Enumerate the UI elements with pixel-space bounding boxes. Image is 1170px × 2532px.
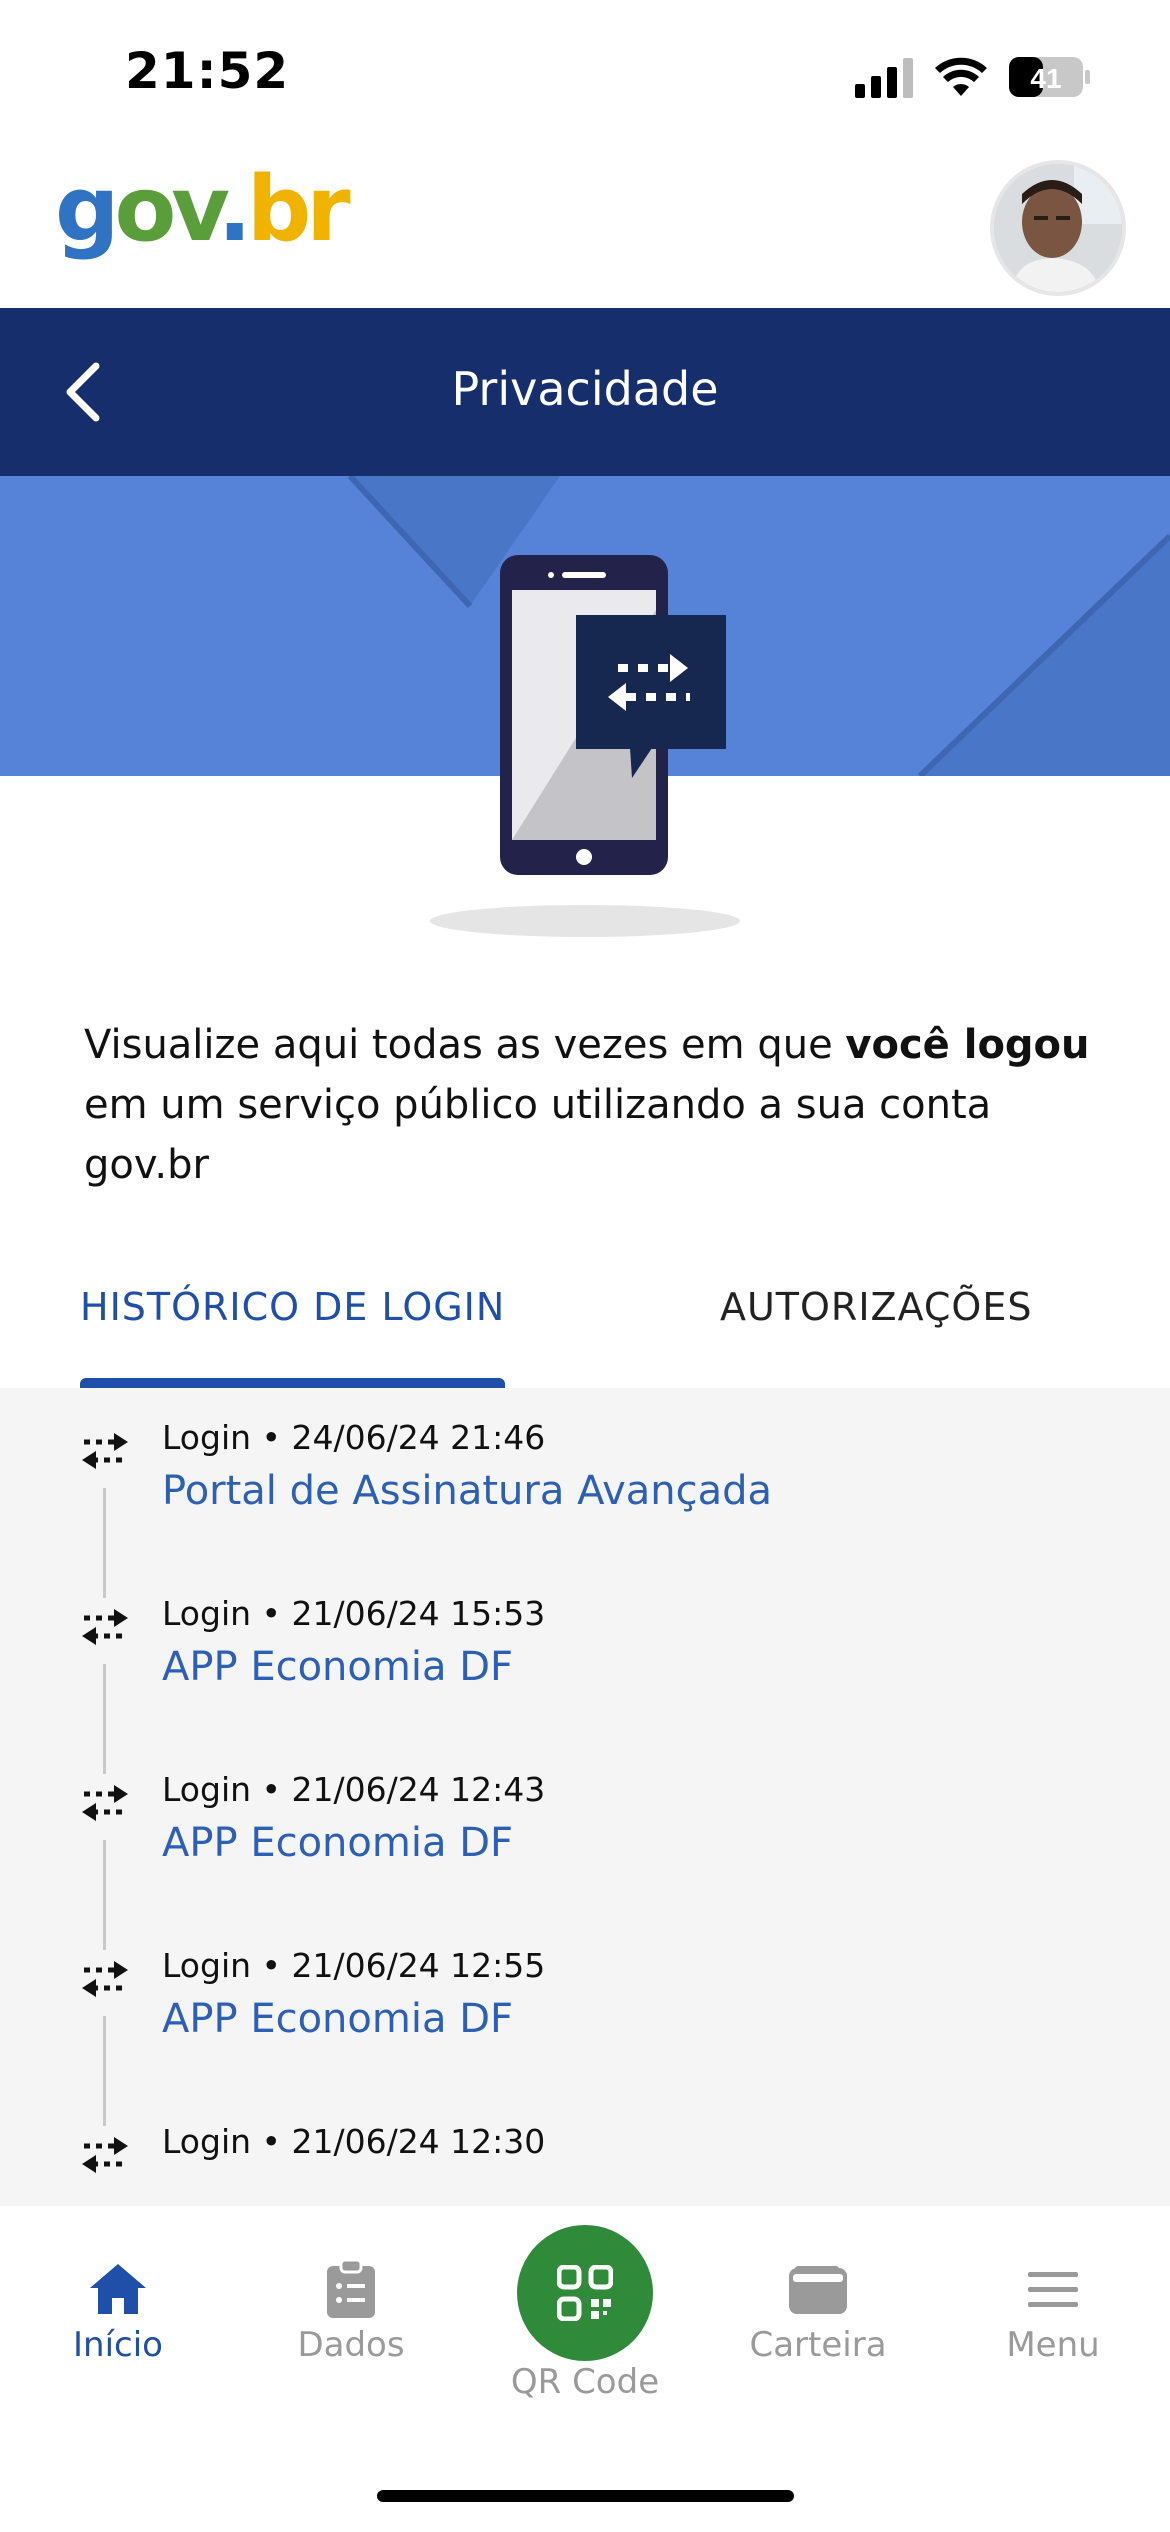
login-exchange-icon (82, 1433, 128, 1469)
nav-qr-label[interactable]: QR Code (475, 2362, 695, 2402)
cellular-signal-icon (855, 58, 913, 98)
illustration-shadow (430, 905, 740, 937)
battery-icon: 41 (1009, 57, 1090, 97)
nav-menu-label[interactable]: Menu (943, 2325, 1163, 2365)
list-item[interactable]: Login • 21/06/24 12:55 APP Economia DF (0, 1916, 1170, 2126)
page-title: Privacidade (451, 362, 719, 416)
tab-authorizations[interactable]: AUTORIZAÇÕES (720, 1285, 1032, 1329)
list-item[interactable]: Login • 21/06/24 15:53 APP Economia DF (0, 1564, 1170, 1774)
login-service-link[interactable]: APP Economia DF (162, 1820, 513, 1866)
list-item[interactable]: Login • 21/06/24 12:43 APP Economia DF (0, 1740, 1170, 1950)
home-icon[interactable] (88, 2262, 148, 2316)
clipboard-icon[interactable] (325, 2258, 377, 2320)
login-service-link[interactable]: Portal de Assinatura Avançada (162, 1468, 772, 1514)
privacy-description: Visualize aqui todas as vezes em que voc… (84, 1022, 1090, 1188)
phone-exchange-illustration (500, 555, 726, 875)
home-indicator (377, 2490, 794, 2502)
login-meta: Login • 21/06/24 15:53 (162, 1594, 546, 1633)
active-tab-indicator (80, 1378, 505, 1388)
nav-data-label[interactable]: Dados (241, 2325, 461, 2365)
login-meta: Login • 24/06/24 21:46 (162, 1418, 546, 1457)
login-meta: Login • 21/06/24 12:30 (162, 2122, 546, 2161)
qr-code-icon (557, 2265, 613, 2321)
login-exchange-icon (82, 2137, 128, 2173)
status-time: 21:52 (125, 42, 290, 100)
login-exchange-icon (82, 1785, 128, 1821)
login-history-list: Login • 24/06/24 21:46 Portal de Assinat… (0, 1388, 1170, 2206)
govbr-logo: gov.br (55, 157, 351, 262)
battery-level: 41 (1030, 63, 1061, 94)
login-service-link[interactable]: APP Economia DF (162, 1644, 513, 1690)
login-exchange-icon (82, 1609, 128, 1645)
list-item[interactable]: Login • 21/06/24 12:30 (0, 2092, 1170, 2206)
qr-code-button[interactable] (517, 2225, 653, 2361)
nav-wallet-label[interactable]: Carteira (708, 2325, 928, 2365)
wifi-icon (935, 57, 987, 96)
tab-login-history[interactable]: HISTÓRICO DE LOGIN (80, 1285, 505, 1329)
avatar[interactable] (990, 160, 1126, 296)
login-exchange-icon (82, 1961, 128, 1997)
nav-home-label[interactable]: Início (8, 2325, 228, 2365)
wallet-icon[interactable] (787, 2264, 849, 2316)
list-item[interactable]: Login • 24/06/24 21:46 Portal de Assinat… (0, 1388, 1170, 1598)
login-meta: Login • 21/06/24 12:55 (162, 1946, 546, 1985)
avatar-photo (994, 164, 1122, 292)
menu-icon[interactable] (1028, 2270, 1078, 2310)
login-service-link[interactable]: APP Economia DF (162, 1996, 513, 2042)
login-meta: Login • 21/06/24 12:43 (162, 1770, 546, 1809)
